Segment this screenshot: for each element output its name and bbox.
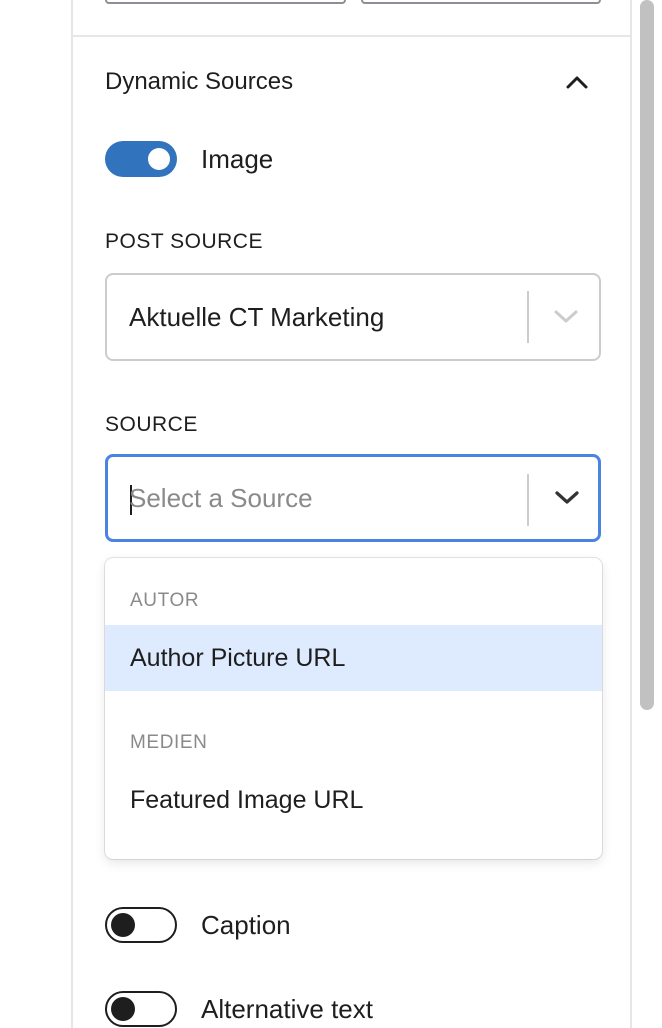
image-toggle-label: Image (201, 144, 274, 174)
source-dropdown-menu: AUTOR Author Picture URL MEDIEN Featured… (105, 558, 602, 859)
option-author-picture-url[interactable]: Author Picture URL (105, 625, 602, 691)
collapse-button[interactable] (553, 62, 601, 102)
post-source-value: Aktuelle CT Marketing (129, 301, 385, 332)
group-heading-medien: MEDIEN (130, 732, 208, 753)
top-input-left[interactable] (105, 0, 346, 4)
section-divider (73, 35, 630, 37)
source-placeholder: Select a Source (129, 482, 313, 513)
chevron-up-icon (566, 76, 588, 89)
section-title: Dynamic Sources (105, 68, 294, 95)
group-heading-autor: AUTOR (130, 590, 200, 611)
chevron-down-icon (555, 491, 579, 504)
left-gutter (0, 0, 71, 1028)
alt-text-toggle-label: Alternative text (201, 994, 373, 1024)
post-source-dropdown-indicator[interactable] (531, 275, 601, 359)
toggle-knob (148, 148, 170, 170)
chevron-down-icon (554, 310, 578, 323)
settings-panel: Dynamic Sources Image POST SOURCE Aktuel… (71, 0, 632, 1028)
source-label: SOURCE (105, 413, 198, 436)
toggle-knob (111, 913, 135, 937)
caption-toggle-label: Caption (201, 910, 291, 940)
indicator-separator (527, 291, 529, 343)
scrollbar-thumb[interactable] (640, 0, 654, 710)
post-source-label: POST SOURCE (105, 230, 263, 253)
source-dropdown-indicator[interactable] (532, 457, 602, 539)
top-input-right[interactable] (361, 0, 601, 4)
indicator-separator (527, 474, 529, 526)
option-featured-image-url[interactable]: Featured Image URL (105, 767, 602, 833)
image-toggle[interactable] (105, 141, 177, 177)
alt-text-toggle[interactable] (105, 991, 177, 1027)
caption-toggle[interactable] (105, 907, 177, 943)
toggle-knob (111, 997, 135, 1021)
post-source-select[interactable]: Aktuelle CT Marketing (105, 273, 601, 361)
source-select[interactable]: Select a Source (105, 454, 601, 542)
